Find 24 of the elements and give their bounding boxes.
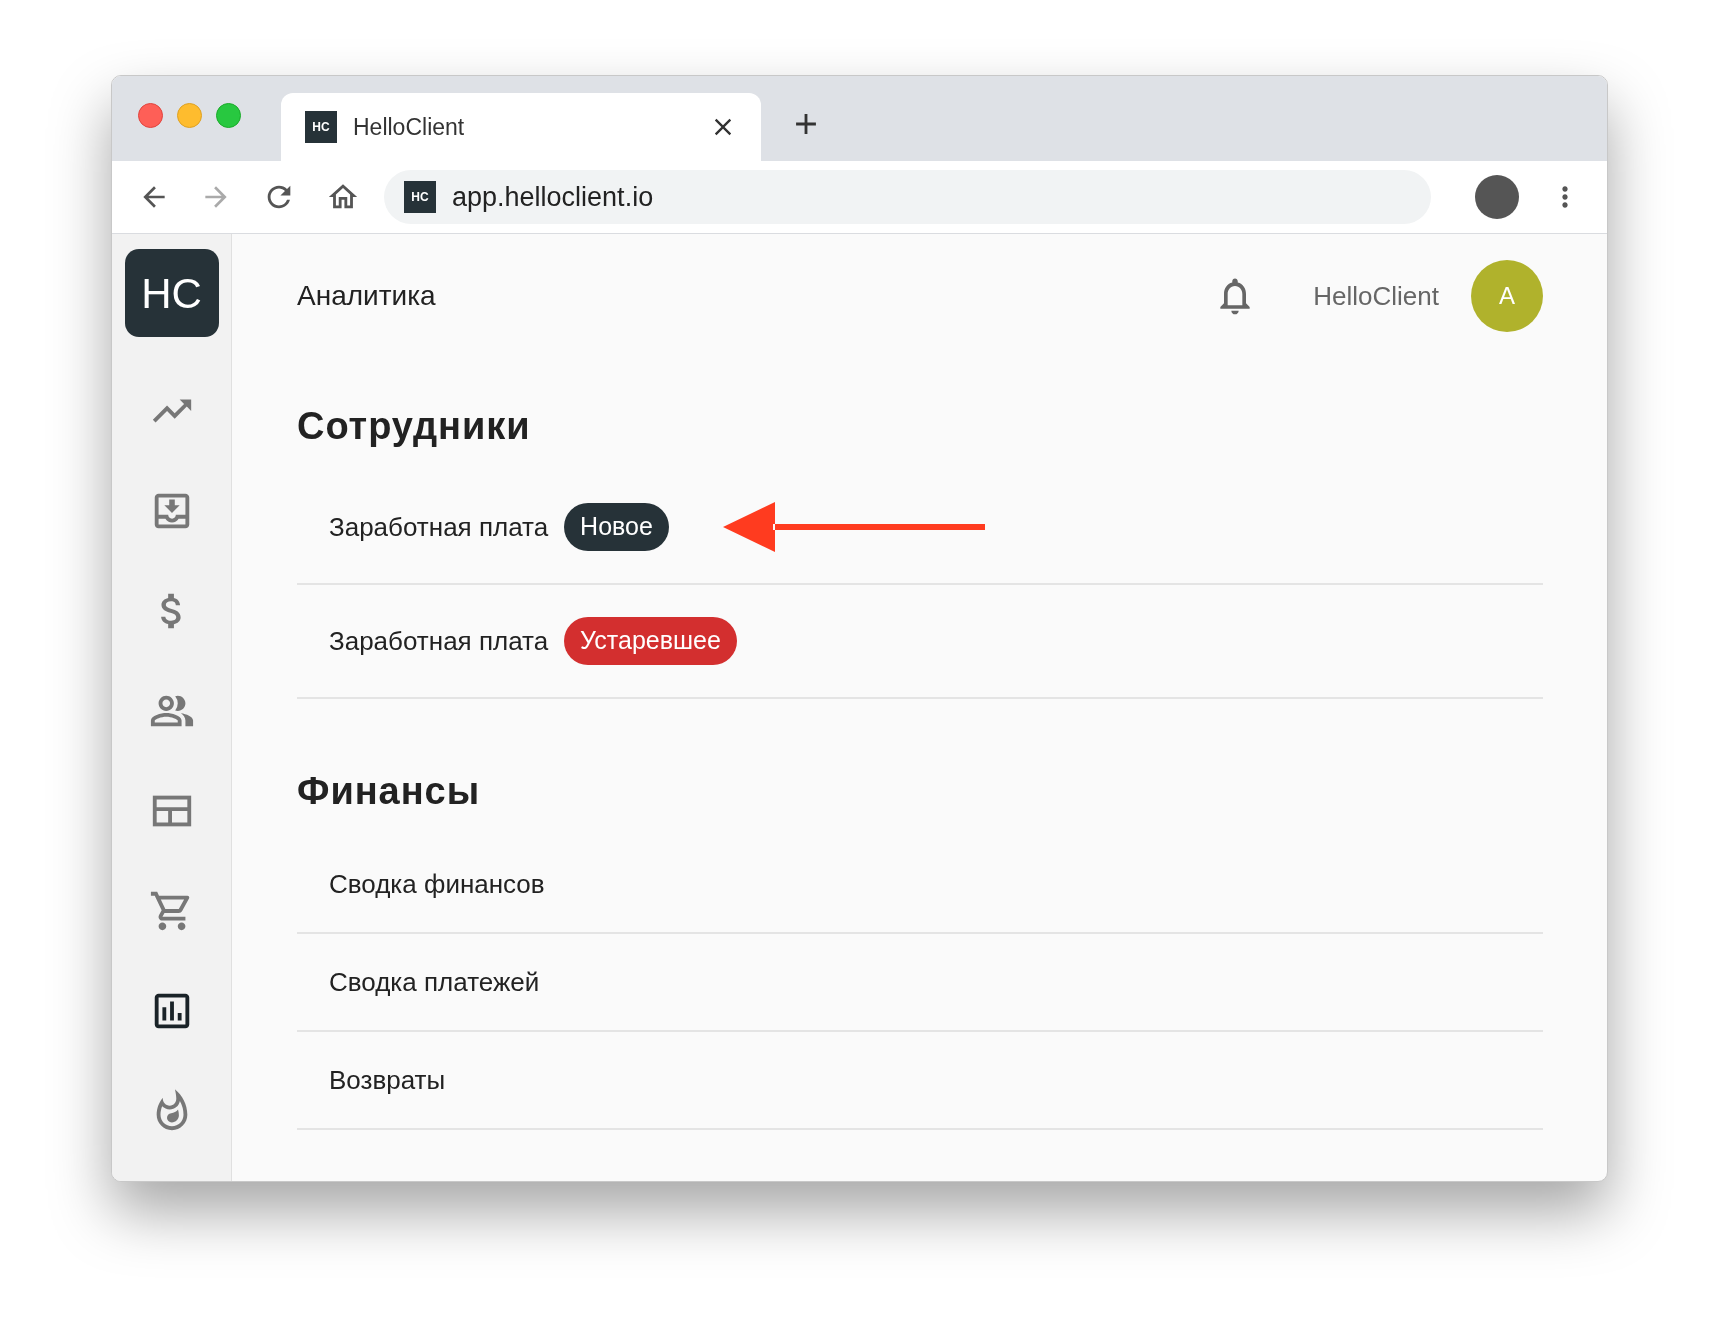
- report-label: Сводка финансов: [329, 867, 545, 901]
- status-badge: Новое: [564, 503, 669, 551]
- user-name: HelloClient: [1313, 279, 1439, 313]
- logo[interactable]: HC: [124, 249, 219, 337]
- report-label: Заработная плата: [329, 510, 549, 544]
- tab-favicon: HC: [305, 111, 337, 143]
- report-row[interactable]: Заработная плата Новое: [297, 471, 1543, 585]
- report-label: Сводка платежей: [329, 965, 540, 999]
- report-label: Возвраты: [329, 1063, 446, 1097]
- page-title: Аналитика: [297, 279, 437, 313]
- report-row[interactable]: Заработная плата Устаревшее: [297, 585, 1543, 699]
- report-row[interactable]: Возвраты: [297, 1032, 1543, 1130]
- status-badge: Устаревшее: [564, 617, 737, 665]
- report-label: Заработная плата: [329, 624, 549, 658]
- browser-tab[interactable]: HC HelloClient: [281, 93, 761, 161]
- report-row[interactable]: Сводка финансов: [297, 836, 1543, 934]
- section-title: Сотрудники: [297, 404, 532, 449]
- url-text: app.helloclient.io: [452, 180, 654, 214]
- tab-title: HelloClient: [353, 112, 466, 142]
- address-bar[interactable]: HC app.helloclient.io: [384, 170, 1431, 224]
- report-row[interactable]: Сводка платежей: [297, 934, 1543, 1032]
- section-title: Финансы: [297, 769, 482, 814]
- profile-avatar[interactable]: [1475, 175, 1519, 219]
- address-favicon: HC: [404, 181, 436, 213]
